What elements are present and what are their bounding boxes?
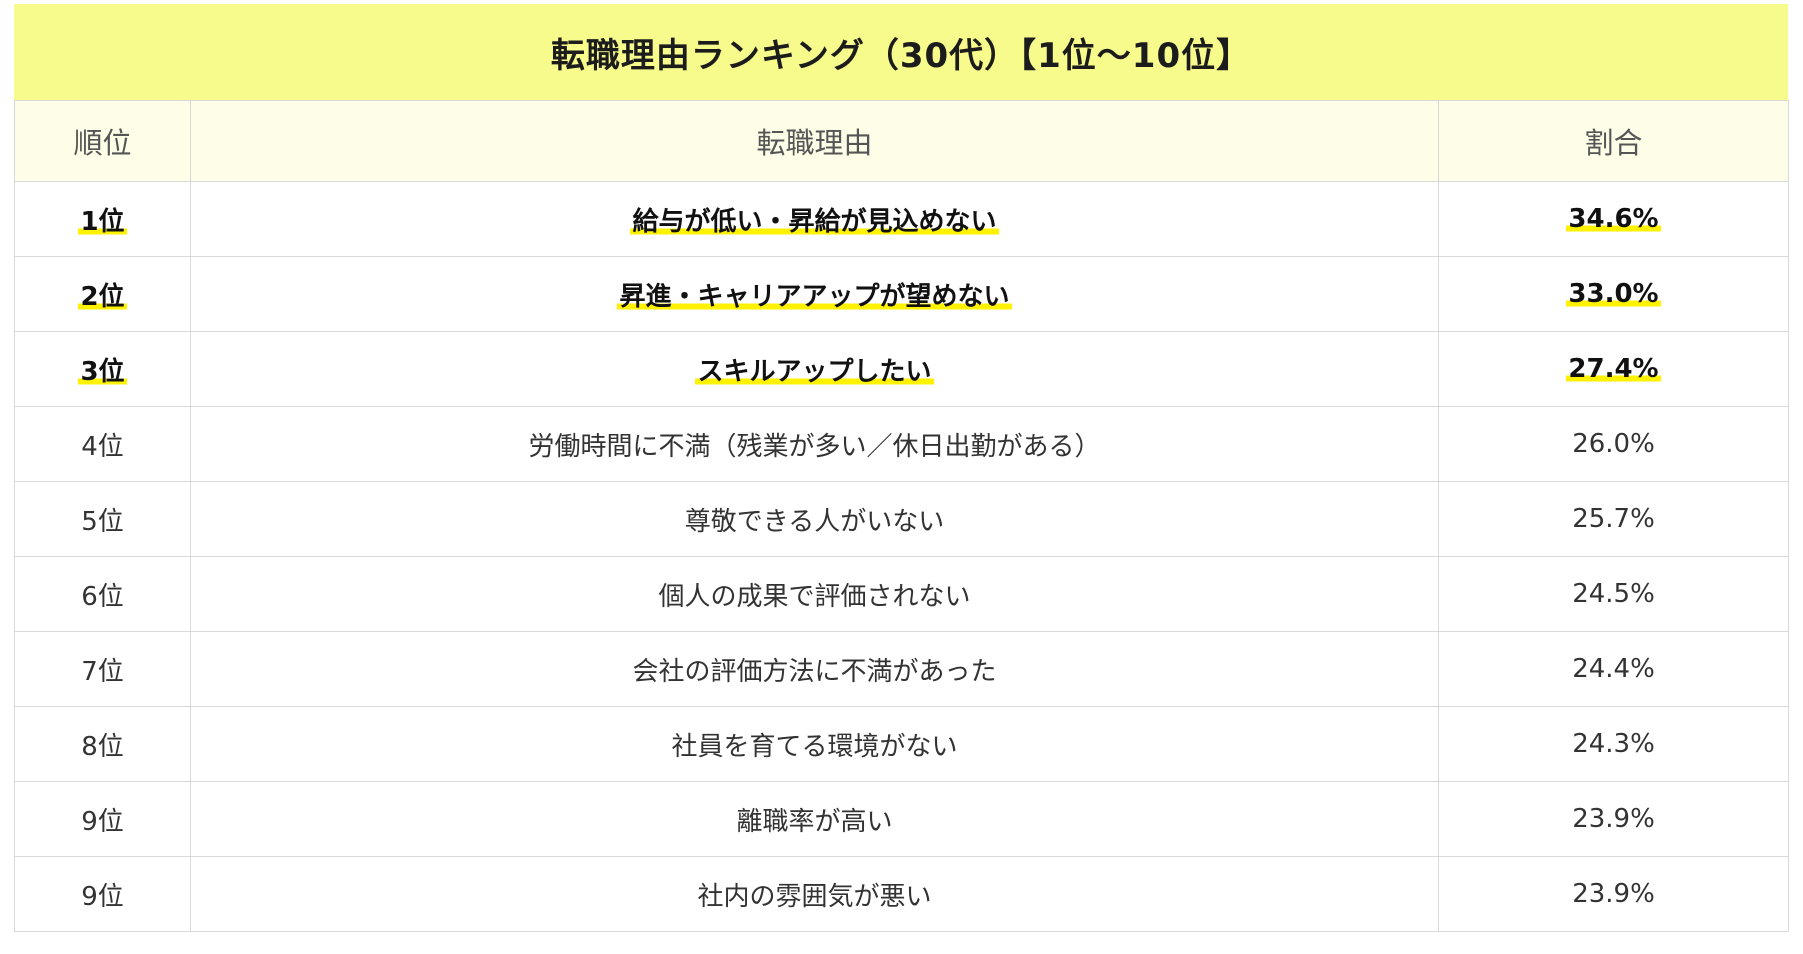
rank-text: 4位 xyxy=(81,431,124,462)
table-row: 9位 社内の雰囲気が悪い 23.9% xyxy=(14,856,1789,932)
rank-text: 1位 xyxy=(78,206,127,237)
ranking-table: 順位 転職理由 割合 1位 給与が低い・昇給が見込めない 34.6% 2位 昇進… xyxy=(14,100,1789,932)
rank-text: 8位 xyxy=(81,731,124,762)
rank-text: 9位 xyxy=(81,881,124,912)
table-row: 2位 昇進・キャリアアップが望めない 33.0% xyxy=(14,256,1789,332)
rank-cell: 8位 xyxy=(14,706,191,782)
percent-cell: 24.3% xyxy=(1438,706,1789,782)
reason-cell: 離職率が高い xyxy=(190,781,1439,857)
percent-text: 33.0% xyxy=(1566,279,1661,309)
percent-cell: 24.5% xyxy=(1438,556,1789,632)
percent-cell: 34.6% xyxy=(1438,181,1789,257)
reason-cell: 給与が低い・昇給が見込めない xyxy=(190,181,1439,257)
reason-cell: スキルアップしたい xyxy=(190,331,1439,407)
table-row: 1位 給与が低い・昇給が見込めない 34.6% xyxy=(14,181,1789,257)
percent-cell: 23.9% xyxy=(1438,856,1789,932)
reason-cell: 社内の雰囲気が悪い xyxy=(190,856,1439,932)
header-rank: 順位 xyxy=(14,100,191,182)
table-row: 8位 社員を育てる環境がない 24.3% xyxy=(14,706,1789,782)
reason-text: 給与が低い・昇給が見込めない xyxy=(630,206,999,237)
percent-cell: 24.4% xyxy=(1438,631,1789,707)
reason-cell: 労働時間に不満（残業が多い／休日出勤がある） xyxy=(190,406,1439,482)
header-percent: 割合 xyxy=(1438,100,1789,182)
rank-cell: 7位 xyxy=(14,631,191,707)
table-title: 転職理由ランキング（30代）【1位〜10位】 xyxy=(14,4,1788,100)
percent-text: 26.0% xyxy=(1572,429,1655,459)
percent-text: 27.4% xyxy=(1566,354,1661,384)
percent-cell: 27.4% xyxy=(1438,331,1789,407)
reason-cell: 尊敬できる人がいない xyxy=(190,481,1439,557)
rank-text: 5位 xyxy=(81,506,124,537)
reason-text: スキルアップしたい xyxy=(695,356,934,387)
table-row: 5位 尊敬できる人がいない 25.7% xyxy=(14,481,1789,557)
reason-text: 社員を育てる環境がない xyxy=(671,731,958,762)
table-row: 6位 個人の成果で評価されない 24.5% xyxy=(14,556,1789,632)
table-row: 4位 労働時間に不満（残業が多い／休日出勤がある） 26.0% xyxy=(14,406,1789,482)
reason-text: 個人の成果で評価されない xyxy=(658,581,971,612)
percent-text: 24.4% xyxy=(1572,654,1655,684)
reason-text: 尊敬できる人がいない xyxy=(684,506,945,537)
reason-cell: 社員を育てる環境がない xyxy=(190,706,1439,782)
header-reason: 転職理由 xyxy=(190,100,1439,182)
rank-cell: 5位 xyxy=(14,481,191,557)
percent-cell: 26.0% xyxy=(1438,406,1789,482)
percent-text: 24.5% xyxy=(1572,579,1655,609)
header-row: 順位 転職理由 割合 xyxy=(14,100,1789,182)
percent-cell: 25.7% xyxy=(1438,481,1789,557)
reason-cell: 個人の成果で評価されない xyxy=(190,556,1439,632)
rank-cell: 2位 xyxy=(14,256,191,332)
reason-text: 昇進・キャリアアップが望めない xyxy=(617,281,1012,312)
percent-text: 23.9% xyxy=(1572,879,1655,909)
reason-text: 会社の評価方法に不満があった xyxy=(632,656,997,687)
rank-text: 9位 xyxy=(81,806,124,837)
percent-text: 23.9% xyxy=(1572,804,1655,834)
reason-text: 社内の雰囲気が悪い xyxy=(697,881,932,912)
table-row: 3位 スキルアップしたい 27.4% xyxy=(14,331,1789,407)
percent-text: 24.3% xyxy=(1572,729,1655,759)
reason-cell: 会社の評価方法に不満があった xyxy=(190,631,1439,707)
rank-cell: 3位 xyxy=(14,331,191,407)
rank-text: 6位 xyxy=(81,581,124,612)
reason-text: 離職率が高い xyxy=(736,806,893,837)
rank-cell: 6位 xyxy=(14,556,191,632)
rank-cell: 9位 xyxy=(14,856,191,932)
percent-cell: 33.0% xyxy=(1438,256,1789,332)
reason-cell: 昇進・キャリアアップが望めない xyxy=(190,256,1439,332)
table-row: 9位 離職率が高い 23.9% xyxy=(14,781,1789,857)
rank-text: 2位 xyxy=(78,281,127,312)
rank-text: 3位 xyxy=(78,356,127,387)
percent-text: 34.6% xyxy=(1566,204,1661,234)
table-row: 7位 会社の評価方法に不満があった 24.4% xyxy=(14,631,1789,707)
rank-cell: 9位 xyxy=(14,781,191,857)
rank-cell: 4位 xyxy=(14,406,191,482)
ranking-table-container: 転職理由ランキング（30代）【1位〜10位】 順位 転職理由 割合 1位 給与が… xyxy=(14,4,1789,932)
reason-text: 労働時間に不満（残業が多い／休日出勤がある） xyxy=(528,431,1101,462)
percent-cell: 23.9% xyxy=(1438,781,1789,857)
percent-text: 25.7% xyxy=(1572,504,1655,534)
rank-text: 7位 xyxy=(81,656,124,687)
rank-cell: 1位 xyxy=(14,181,191,257)
